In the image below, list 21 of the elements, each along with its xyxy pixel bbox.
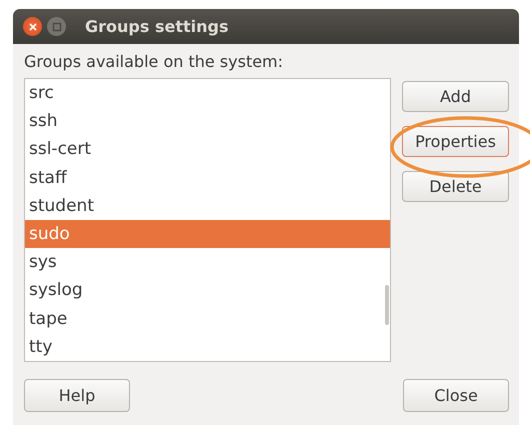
dialog-button[interactable]: Help: [24, 379, 130, 412]
close-icon: [28, 22, 38, 32]
dialog-button[interactable]: Add: [402, 81, 509, 112]
dialog-button[interactable]: Close: [403, 379, 509, 412]
list-item[interactable]: syslog: [25, 276, 390, 304]
list-item[interactable]: sys: [25, 248, 390, 276]
list-item[interactable]: ssl-cert: [25, 135, 390, 164]
list-item[interactable]: tty: [25, 332, 390, 361]
scrollbar-thumb[interactable]: [385, 285, 389, 325]
list-label: Groups available on the system:: [24, 52, 284, 71]
square-icon: [52, 22, 62, 32]
dialog-button[interactable]: Properties: [402, 126, 509, 157]
list-item[interactable]: student: [25, 192, 390, 220]
close-button[interactable]: [23, 17, 42, 36]
maximize-button[interactable]: [47, 17, 66, 36]
list-item[interactable]: tape: [25, 304, 390, 333]
window-title: Groups settings: [85, 17, 228, 36]
list-item[interactable]: src: [25, 79, 390, 108]
list-item[interactable]: ssh: [25, 107, 390, 136]
dialog-button[interactable]: Delete: [402, 171, 509, 202]
list-item[interactable]: staff: [25, 164, 390, 192]
